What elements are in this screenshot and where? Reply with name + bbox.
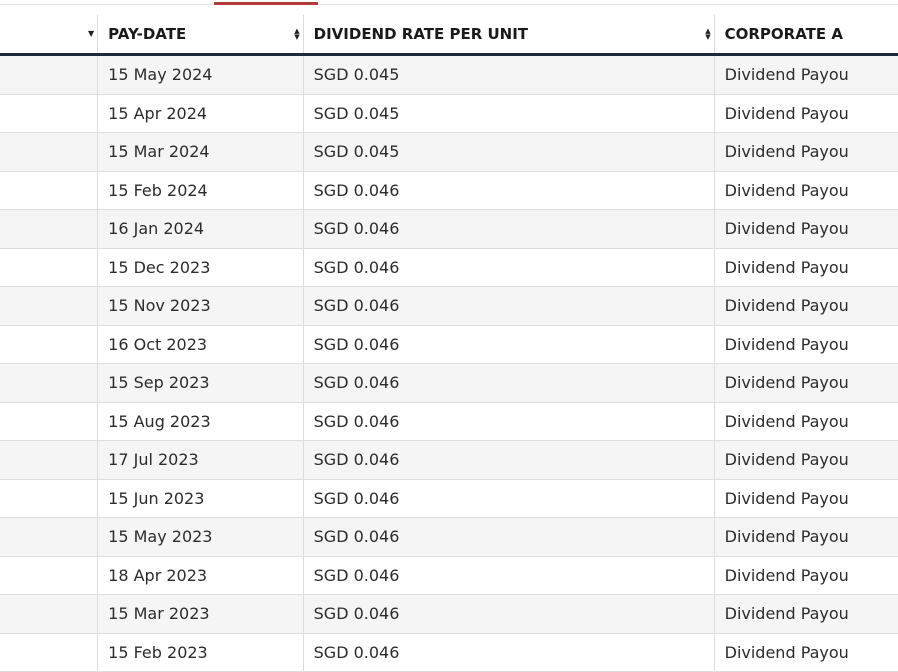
table-row: 15 Dec 2023 SGD 0.046 Dividend Payou	[0, 248, 898, 287]
cell-corporate-action: Dividend Payou	[713, 56, 898, 94]
cell-dividend-rate: SGD 0.046	[302, 325, 714, 363]
table-row: 15 Mar 2024 SGD 0.045 Dividend Payou	[0, 133, 898, 172]
table-row: 16 Jan 2024 SGD 0.046 Dividend Payou	[0, 210, 898, 249]
sort-down-icon[interactable]: ▼	[88, 15, 94, 53]
cell-dividend-rate: SGD 0.046	[302, 402, 714, 440]
cell-pay-date: 16 Jan 2024	[97, 210, 302, 248]
cell-corporate-action: Dividend Payou	[713, 441, 898, 479]
cell-pay-date: 15 Feb 2024	[97, 171, 302, 209]
column-header-dividend-rate[interactable]: DIVIDEND RATE PER UNIT ▲ ▼	[302, 15, 714, 53]
cell-dividend-rate: SGD 0.046	[302, 171, 714, 209]
cell-dividend-rate: SGD 0.046	[302, 441, 714, 479]
table-row: 15 Feb 2024 SGD 0.046 Dividend Payou	[0, 171, 898, 210]
cell-dividend-rate: SGD 0.046	[302, 556, 714, 594]
cell-blank	[0, 326, 97, 364]
cell-pay-date: 15 Aug 2023	[97, 402, 302, 440]
dividend-table-view: ▼ PAY-DATE ▲ ▼ DIVIDEND RATE PER UNIT ▲ ▼ …	[0, 0, 898, 672]
cell-pay-date: 15 May 2023	[97, 518, 302, 556]
cell-pay-date: 15 Mar 2024	[97, 133, 302, 171]
cell-blank	[0, 249, 97, 287]
active-tab-indicator	[214, 2, 318, 5]
cell-blank	[0, 133, 97, 171]
cell-corporate-action: Dividend Payou	[713, 364, 898, 402]
table-body: 15 May 2024 SGD 0.045 Dividend Payou 15 Apr…	[0, 56, 898, 672]
cell-corporate-action: Dividend Payou	[713, 94, 898, 132]
cell-pay-date: 15 Jun 2023	[97, 479, 302, 517]
dividend-table: ▼ PAY-DATE ▲ ▼ DIVIDEND RATE PER UNIT ▲ ▼ …	[0, 15, 898, 672]
cell-corporate-action: Dividend Payou	[713, 287, 898, 325]
column-header-pay-date[interactable]: PAY-DATE ▲ ▼	[97, 15, 302, 53]
cell-corporate-action: Dividend Payou	[713, 595, 898, 633]
cell-dividend-rate: SGD 0.046	[302, 364, 714, 402]
table-row: 17 Jul 2023 SGD 0.046 Dividend Payou	[0, 441, 898, 480]
cell-pay-date: 18 Apr 2023	[97, 556, 302, 594]
cell-blank	[0, 403, 97, 441]
table-row: 15 Sep 2023 SGD 0.046 Dividend Payou	[0, 364, 898, 403]
column-header-label: DIVIDEND RATE PER UNIT	[313, 25, 529, 43]
table-row: 15 Nov 2023 SGD 0.046 Dividend Payou	[0, 287, 898, 326]
table-row: 15 Feb 2023 SGD 0.046 Dividend Payou	[0, 633, 898, 672]
table-row: 16 Oct 2023 SGD 0.046 Dividend Payou	[0, 325, 898, 364]
column-header-label: CORPORATE A	[724, 25, 843, 43]
table-row: 15 May 2023 SGD 0.046 Dividend Payou	[0, 518, 898, 557]
sort-toggle-icon[interactable]: ▲ ▼	[705, 15, 710, 53]
cell-dividend-rate: SGD 0.045	[302, 133, 714, 171]
cell-dividend-rate: SGD 0.046	[302, 479, 714, 517]
table-row: 15 Aug 2023 SGD 0.046 Dividend Payou	[0, 402, 898, 441]
cell-corporate-action: Dividend Payou	[713, 479, 898, 517]
cell-blank	[0, 441, 97, 479]
cell-dividend-rate: SGD 0.046	[302, 287, 714, 325]
cell-pay-date: 15 Nov 2023	[97, 287, 302, 325]
cell-pay-date: 15 Feb 2023	[97, 633, 302, 671]
cell-dividend-rate: SGD 0.045	[302, 56, 714, 94]
cell-dividend-rate: SGD 0.045	[302, 94, 714, 132]
cell-dividend-rate: SGD 0.046	[302, 633, 714, 671]
cell-dividend-rate: SGD 0.046	[302, 595, 714, 633]
table-row: 18 Apr 2023 SGD 0.046 Dividend Payou	[0, 556, 898, 595]
cell-pay-date: 15 Dec 2023	[97, 248, 302, 286]
cell-blank	[0, 557, 97, 595]
cell-pay-date: 15 May 2024	[97, 56, 302, 94]
cell-pay-date: 15 Apr 2024	[97, 94, 302, 132]
table-row: 15 Jun 2023 SGD 0.046 Dividend Payou	[0, 479, 898, 518]
sort-toggle-icon[interactable]: ▲ ▼	[294, 15, 299, 53]
column-header-corporate-action[interactable]: CORPORATE A	[713, 15, 898, 53]
cell-pay-date: 15 Mar 2023	[97, 595, 302, 633]
table-header: ▼ PAY-DATE ▲ ▼ DIVIDEND RATE PER UNIT ▲ ▼ …	[0, 15, 898, 56]
cell-dividend-rate: SGD 0.046	[302, 210, 714, 248]
cell-corporate-action: Dividend Payou	[713, 518, 898, 556]
cell-blank	[0, 56, 97, 94]
cell-corporate-action: Dividend Payou	[713, 171, 898, 209]
cell-pay-date: 16 Oct 2023	[97, 325, 302, 363]
cell-corporate-action: Dividend Payou	[713, 210, 898, 248]
cell-blank	[0, 287, 97, 325]
cell-corporate-action: Dividend Payou	[713, 556, 898, 594]
cell-pay-date: 17 Jul 2023	[97, 441, 302, 479]
cell-corporate-action: Dividend Payou	[713, 402, 898, 440]
cell-blank	[0, 210, 97, 248]
table-row: 15 Mar 2023 SGD 0.046 Dividend Payou	[0, 595, 898, 634]
tab-bar-divider	[0, 4, 898, 5]
cell-blank	[0, 95, 97, 133]
cell-blank	[0, 172, 97, 210]
cell-dividend-rate: SGD 0.046	[302, 248, 714, 286]
table-row: 15 May 2024 SGD 0.045 Dividend Payou	[0, 56, 898, 95]
table-row: 15 Apr 2024 SGD 0.045 Dividend Payou	[0, 94, 898, 133]
cell-corporate-action: Dividend Payou	[713, 633, 898, 671]
cell-blank	[0, 480, 97, 518]
cell-blank	[0, 518, 97, 556]
cell-blank	[0, 364, 97, 402]
cell-dividend-rate: SGD 0.046	[302, 518, 714, 556]
column-header-label: PAY-DATE	[108, 25, 187, 43]
cell-corporate-action: Dividend Payou	[713, 325, 898, 363]
cell-pay-date: 15 Sep 2023	[97, 364, 302, 402]
column-header-first[interactable]: ▼	[0, 15, 97, 53]
cell-corporate-action: Dividend Payou	[713, 248, 898, 286]
cell-blank	[0, 595, 97, 633]
cell-corporate-action: Dividend Payou	[713, 133, 898, 171]
cell-blank	[0, 634, 97, 672]
